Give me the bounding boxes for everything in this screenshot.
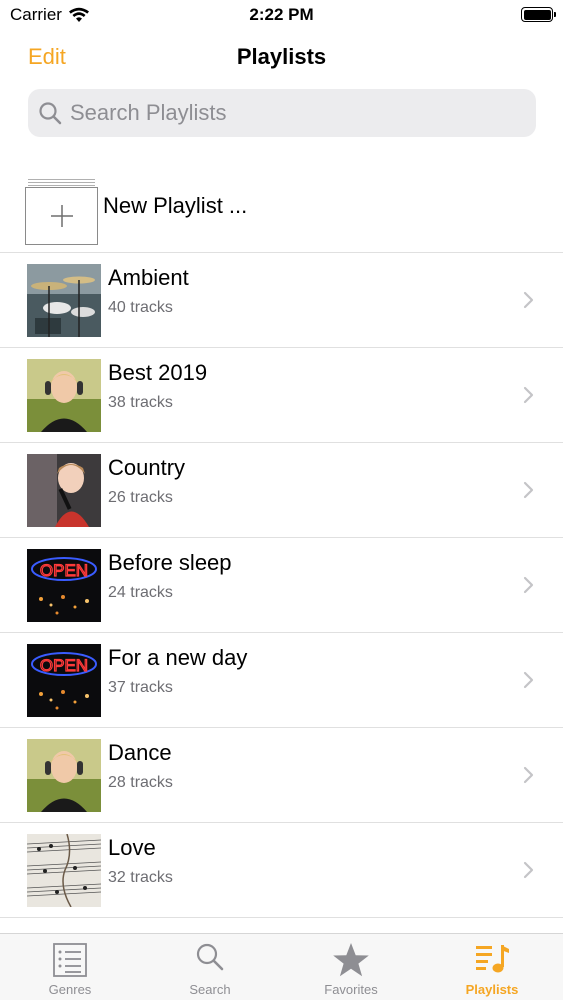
playlist-track-count: 38 tracks (108, 394, 173, 411)
tab-genres[interactable]: Genres (0, 934, 140, 1000)
playlist-artwork: OPEN (27, 549, 101, 622)
clock: 2:22 PM (249, 5, 314, 24)
playlist-artwork (27, 834, 101, 907)
tab-bar: Genres Search Favorites Playlists (0, 933, 563, 1000)
playlist-artwork (27, 359, 101, 432)
chevron-right-icon (523, 386, 534, 404)
tab-favorites[interactable]: Favorites (281, 934, 421, 1000)
playlist-row-love[interactable]: Love 32 tracks (0, 823, 563, 918)
tab-playlists[interactable]: Playlists (422, 934, 562, 1000)
chevron-right-icon (523, 861, 534, 879)
tab-label: Genres (48, 982, 92, 997)
battery-icon (521, 7, 556, 22)
playlist-track-count: 24 tracks (108, 584, 173, 601)
playlist-title: Love (108, 835, 156, 860)
playlist-title: Country (108, 455, 186, 480)
tab-label: Favorites (324, 982, 378, 997)
playlist-track-count: 40 tracks (108, 299, 173, 316)
svg-text:OPEN: OPEN (40, 656, 88, 675)
chevron-right-icon (523, 481, 534, 499)
playlist-artwork (27, 264, 101, 337)
tab-label: Playlists (465, 982, 519, 997)
playlist-title: For a new day (108, 645, 248, 670)
music-list-icon (476, 945, 509, 973)
playlist-row-country[interactable]: Country 26 tracks (0, 443, 563, 538)
playlist-track-count: 37 tracks (108, 679, 173, 696)
navigation-bar: Edit Playlists (0, 30, 563, 85)
search-input[interactable] (70, 100, 510, 126)
playlist-artwork: OPEN (27, 644, 101, 717)
playlist-title: Before sleep (108, 550, 232, 575)
new-playlist-artwork (25, 175, 98, 245)
tab-search[interactable]: Search (140, 934, 280, 1000)
playlist-row-ambient[interactable]: Ambient 40 tracks (0, 253, 563, 348)
search-icon (39, 102, 62, 125)
chevron-right-icon (523, 671, 534, 689)
new-playlist-label: New Playlist ... (103, 193, 248, 218)
playlist-title: Ambient (108, 265, 189, 290)
svg-text:OPEN: OPEN (40, 561, 88, 580)
new-playlist-row[interactable]: New Playlist ... (0, 160, 563, 253)
playlist-row-best-2019[interactable]: Best 2019 38 tracks (0, 348, 563, 443)
tab-label: Search (189, 982, 231, 997)
chevron-right-icon (523, 291, 534, 309)
playlist-title: Dance (108, 740, 172, 765)
playlist-title: Best 2019 (108, 360, 208, 385)
playlist-artwork (27, 739, 101, 812)
playlist-row-before-sleep[interactable]: OPEN Before sleep 24 tracks (0, 538, 563, 633)
search-bar[interactable] (28, 89, 536, 137)
playlist-track-count: 26 tracks (108, 489, 173, 506)
star-icon (333, 943, 369, 977)
status-bar: Carrier 2:22 PM (0, 0, 563, 30)
playlist-row-for-a-new-day[interactable]: OPEN For a new day 37 tracks (0, 633, 563, 728)
chevron-right-icon (523, 766, 534, 784)
plus-icon (50, 205, 73, 227)
search-icon (196, 943, 224, 971)
chevron-right-icon (523, 576, 534, 594)
page-title: Playlists (236, 44, 327, 69)
playlist-track-count: 28 tracks (108, 774, 173, 791)
list-icon (53, 943, 87, 977)
playlist-track-count: 32 tracks (108, 869, 173, 886)
playlist-row-dance[interactable]: Dance 28 tracks (0, 728, 563, 823)
playlist-artwork (27, 454, 101, 527)
edit-button[interactable]: Edit (28, 44, 66, 70)
